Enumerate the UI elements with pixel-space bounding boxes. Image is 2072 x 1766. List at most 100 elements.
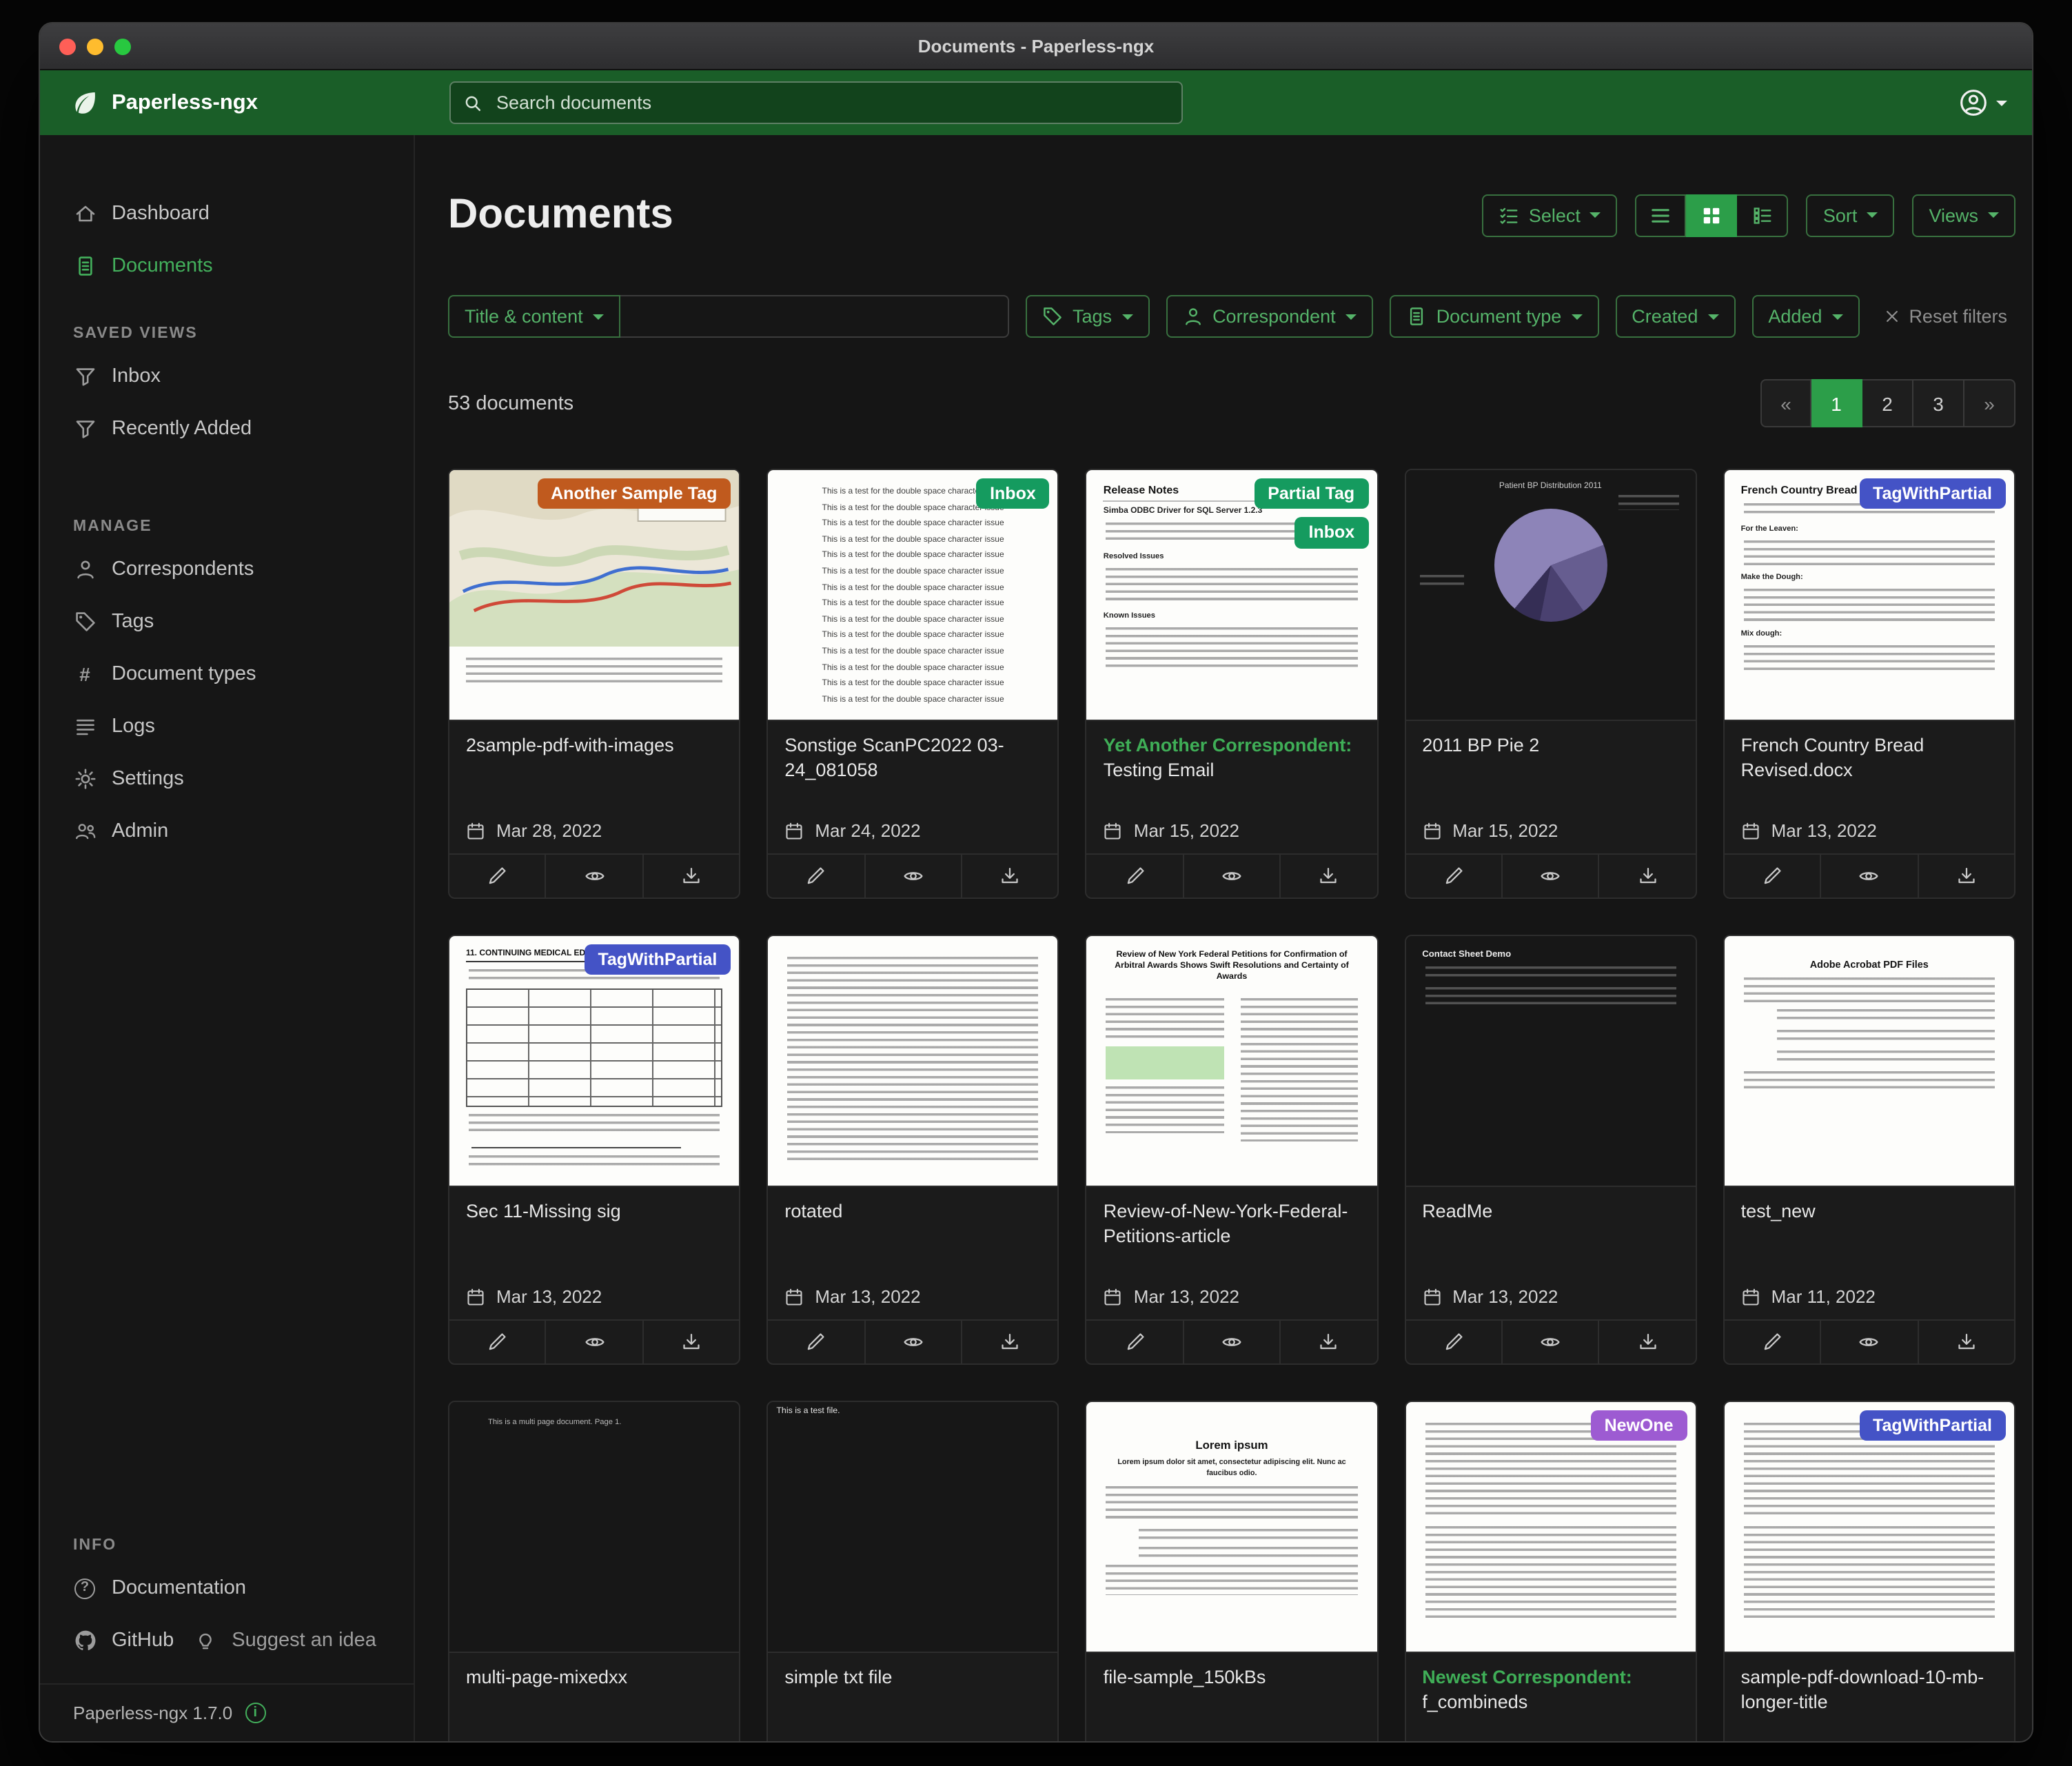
document-thumbnail[interactable]: NewOne — [1405, 1402, 1695, 1653]
view-document-button[interactable] — [545, 1321, 642, 1363]
tag-badge[interactable]: TagWithPartial — [1859, 1410, 2006, 1441]
edit-document-button[interactable] — [1087, 855, 1183, 897]
pagination-page-1[interactable]: 1 — [1811, 379, 1862, 427]
view-document-button[interactable] — [1820, 855, 1917, 897]
document-title[interactable]: test_new — [1741, 1199, 1998, 1224]
sidebar-item-tags[interactable]: Tags — [40, 596, 414, 648]
document-card[interactable]: Lorem ipsumLorem ipsum dolor sit amet, c… — [1086, 1401, 1378, 1741]
document-card[interactable]: Adobe Acrobat PDF Files test_new Mar 11,… — [1723, 935, 2015, 1365]
document-title[interactable]: 2sample-pdf-with-images — [466, 733, 722, 758]
document-card[interactable]: Review of New York Federal Petitions for… — [1086, 935, 1378, 1365]
select-button[interactable]: Select — [1482, 194, 1618, 236]
download-document-button[interactable] — [1279, 855, 1377, 897]
window-minimize-button[interactable] — [87, 38, 103, 54]
sidebar-item-logs[interactable]: Logs — [40, 700, 414, 753]
sidebar-item-document-types[interactable]: # Document types — [40, 648, 414, 700]
edit-document-button[interactable] — [768, 855, 864, 897]
document-title[interactable]: rotated — [784, 1199, 1041, 1224]
view-document-button[interactable] — [1183, 855, 1280, 897]
document-thumbnail[interactable]: Another Sample Tag — [449, 470, 739, 721]
global-search[interactable] — [449, 81, 1183, 124]
document-title[interactable]: sample-pdf-download-10-mb-longer-title — [1741, 1665, 1998, 1716]
document-title[interactable]: Sonstige ScanPC2022 03-24_081058 — [784, 733, 1041, 784]
document-card[interactable]: Inbox This is a test for the double spac… — [766, 469, 1059, 899]
document-thumbnail[interactable]: Lorem ipsumLorem ipsum dolor sit amet, c… — [1087, 1402, 1377, 1653]
view-document-button[interactable] — [864, 855, 961, 897]
download-document-button[interactable] — [961, 1321, 1058, 1363]
document-correspondent[interactable]: Yet Another Correspondent: — [1104, 735, 1352, 755]
document-title[interactable]: 2011 BP Pie 2 — [1422, 733, 1678, 758]
document-card[interactable]: This is a multi page document. Page 1. m… — [448, 1401, 740, 1741]
document-title[interactable]: Review-of-New-York-Federal-Petitions-art… — [1104, 1199, 1360, 1250]
sidebar-item-github[interactable]: GitHub — [40, 1614, 174, 1667]
sidebar-item-admin[interactable]: Admin — [40, 805, 414, 857]
edit-document-button[interactable] — [1087, 1321, 1183, 1363]
document-card[interactable]: Another Sample Tag 2sample-pdf-with-imag… — [448, 469, 740, 899]
pagination-prev-button[interactable]: « — [1760, 379, 1811, 427]
view-document-button[interactable] — [1501, 1321, 1598, 1363]
sidebar-item-settings[interactable]: Settings — [40, 753, 414, 805]
grid-view-button[interactable] — [1687, 194, 1738, 236]
document-thumbnail[interactable]: This is a test file. — [768, 1402, 1057, 1653]
download-document-button[interactable] — [642, 1321, 740, 1363]
view-document-button[interactable] — [1501, 855, 1598, 897]
download-document-button[interactable] — [1279, 1321, 1377, 1363]
sidebar-item-recently-added[interactable]: Recently Added — [40, 403, 414, 455]
window-zoom-button[interactable] — [114, 38, 131, 54]
detail-view-button[interactable] — [1738, 194, 1789, 236]
reset-filters-button[interactable]: Reset filters — [1876, 305, 2015, 328]
pagination-page-3[interactable]: 3 — [1913, 379, 1964, 427]
sidebar-item-correspondents[interactable]: Correspondents — [40, 543, 414, 596]
document-thumbnail[interactable]: TagWithPartial French Country BreadFor t… — [1725, 470, 2014, 721]
info-circle-icon[interactable]: i — [245, 1703, 265, 1723]
tag-badge[interactable]: Inbox — [976, 478, 1050, 509]
pagination-page-2[interactable]: 2 — [1862, 379, 1913, 427]
created-filter-button[interactable]: Created — [1615, 295, 1735, 338]
document-card[interactable]: TagWithPartial French Country BreadFor t… — [1723, 469, 2015, 899]
edit-document-button[interactable] — [768, 1321, 864, 1363]
document-card[interactable]: NewOne Newest Correspondent: f_combineds — [1404, 1401, 1696, 1741]
window-close-button[interactable] — [59, 38, 76, 54]
document-title[interactable]: multi-page-mixedxx — [466, 1665, 722, 1690]
document-thumbnail[interactable]: TagWithPartial — [1725, 1402, 2014, 1653]
download-document-button[interactable] — [961, 855, 1058, 897]
document-title[interactable]: Yet Another Correspondent: Testing Email — [1104, 733, 1360, 784]
correspondent-filter-button[interactable]: Correspondent — [1166, 295, 1373, 338]
sidebar-item-documents[interactable]: Documents — [40, 240, 414, 292]
document-thumbnail[interactable]: Patient BP Distribution 2011 — [1405, 470, 1695, 721]
document-card[interactable]: rotated Mar 13, 2022 — [766, 935, 1059, 1365]
download-document-button[interactable] — [1917, 855, 2014, 897]
document-thumbnail[interactable]: Partial TagInbox Release NotesSimba ODBC… — [1087, 470, 1377, 721]
list-view-button[interactable] — [1636, 194, 1687, 236]
sidebar-item-documentation[interactable]: ? Documentation — [40, 1562, 414, 1614]
document-thumbnail[interactable]: This is a multi page document. Page 1. — [449, 1402, 739, 1653]
document-title[interactable]: Newest Correspondent: f_combineds — [1422, 1665, 1678, 1716]
pagination-next-button[interactable]: » — [1964, 379, 2015, 427]
search-input[interactable] — [494, 91, 1169, 114]
sidebar-item-inbox[interactable]: Inbox — [40, 350, 414, 403]
document-card[interactable]: TagWithPartial sample-pdf-download-10-mb… — [1723, 1401, 2015, 1741]
views-button[interactable]: Views — [1912, 194, 2015, 236]
document-title[interactable]: file-sample_150kBs — [1104, 1665, 1360, 1690]
document-thumbnail[interactable]: Inbox This is a test for the double spac… — [768, 470, 1057, 721]
document-title[interactable]: Sec 11-Missing sig — [466, 1199, 722, 1224]
document-correspondent[interactable]: Newest Correspondent: — [1422, 1667, 1632, 1687]
download-document-button[interactable] — [1598, 855, 1696, 897]
app-brand[interactable]: Paperless-ngx — [70, 88, 258, 117]
document-card[interactable]: Partial TagInbox Release NotesSimba ODBC… — [1086, 469, 1378, 899]
user-menu[interactable] — [1959, 70, 2007, 135]
edit-document-button[interactable] — [449, 1321, 545, 1363]
edit-document-button[interactable] — [1405, 855, 1501, 897]
download-document-button[interactable] — [642, 855, 740, 897]
sort-button[interactable]: Sort — [1807, 194, 1895, 236]
document-thumbnail[interactable]: Contact Sheet Demo — [1405, 936, 1695, 1187]
download-document-button[interactable] — [1917, 1321, 2014, 1363]
edit-document-button[interactable] — [1405, 1321, 1501, 1363]
filter-text-input[interactable] — [620, 295, 1009, 338]
tag-badge[interactable]: NewOne — [1591, 1410, 1687, 1441]
document-type-filter-button[interactable]: Document type — [1390, 295, 1599, 338]
document-card[interactable]: Contact Sheet Demo ReadMe Mar 13, 2022 — [1404, 935, 1696, 1365]
tag-badge[interactable]: TagWithPartial — [1859, 478, 2006, 509]
document-thumbnail[interactable]: Review of New York Federal Petitions for… — [1087, 936, 1377, 1187]
edit-document-button[interactable] — [449, 855, 545, 897]
